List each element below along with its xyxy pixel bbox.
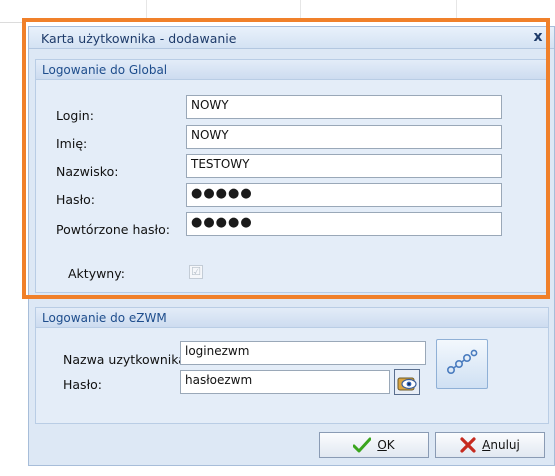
global-login-group: Logowanie do Global Login: NOWY Imię: NO… <box>35 59 549 293</box>
link-chain-icon <box>447 349 478 374</box>
ezwm-username-input[interactable]: loginezwm <box>180 341 426 365</box>
checkmark-icon <box>353 437 372 453</box>
dialog-titlebar[interactable]: Karta użytkownika - dodawanie x <box>29 27 554 49</box>
ezwm-username-label: Nazwa uzytkownika <box>63 352 186 367</box>
password-input[interactable]: ●●●●● <box>186 183 502 207</box>
active-label: Aktywny: <box>68 266 125 281</box>
first-name-label: Imię: <box>56 136 88 151</box>
ezwm-group-title: Logowanie do eZWM <box>42 311 167 325</box>
close-icon[interactable]: x <box>530 29 546 45</box>
ezwm-password-label: Hasło: <box>63 377 102 392</box>
login-label: Login: <box>56 108 94 123</box>
background-line <box>0 22 24 23</box>
ezwm-login-group: Logowanie do eZWM Nazwa uzytkownika logi… <box>35 307 549 424</box>
global-group-header: Logowanie do Global <box>36 60 548 80</box>
cancel-x-icon <box>460 437 476 453</box>
show-password-button[interactable] <box>394 369 420 395</box>
password-repeat-input[interactable]: ●●●●● <box>186 212 502 236</box>
background-grid-line <box>456 0 457 20</box>
password-label: Hasło: <box>56 192 95 207</box>
link-account-button[interactable] <box>436 339 488 389</box>
dialog-title: Karta użytkownika - dodawanie <box>41 31 237 46</box>
ezwm-password-input[interactable]: hasłoezwm <box>180 370 390 394</box>
user-card-dialog: Karta użytkownika - dodawanie x Logowani… <box>28 26 555 466</box>
last-name-input[interactable]: TESTOWY <box>186 154 502 178</box>
last-name-label: Nazwisko: <box>56 164 119 179</box>
cancel-button[interactable]: Anuluj <box>435 432 545 458</box>
background-grid-line <box>146 0 147 20</box>
cancel-label: Anuluj <box>482 438 520 452</box>
ok-label: OK <box>377 438 395 452</box>
password-repeat-label: Powtórzone hasło: <box>56 222 170 237</box>
eye-icon <box>397 377 417 391</box>
background-grid-line <box>300 0 301 20</box>
background-header <box>0 0 555 20</box>
global-group-title: Logowanie do Global <box>42 63 168 77</box>
active-checkbox[interactable]: ☑ <box>189 265 203 279</box>
first-name-input[interactable]: NOWY <box>186 125 502 149</box>
ok-button[interactable]: OK <box>319 432 429 458</box>
login-input[interactable]: NOWY <box>186 95 502 119</box>
ezwm-group-header: Logowanie do eZWM <box>36 308 548 328</box>
